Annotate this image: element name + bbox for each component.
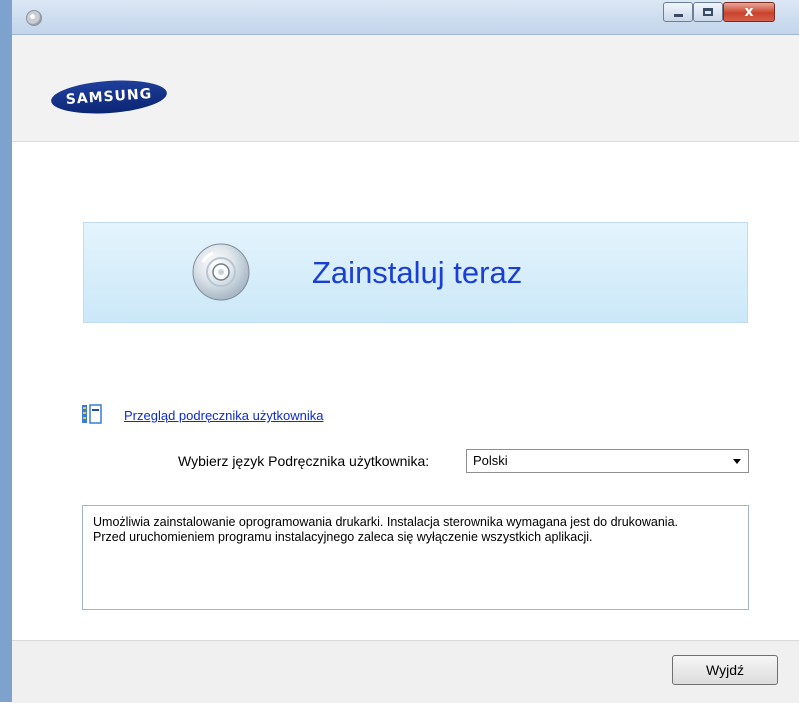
chevron-down-icon	[733, 459, 741, 464]
title-bar[interactable]: x	[12, 0, 799, 35]
exit-button[interactable]: Wyjdź	[672, 655, 778, 685]
maximize-button[interactable]	[693, 2, 723, 22]
language-selected-value: Polski	[473, 453, 508, 468]
installer-content: SAMSUNG Zainstaluj teraz Przegląd podręc…	[12, 35, 799, 703]
maximize-icon	[703, 8, 713, 16]
minimize-icon	[674, 14, 683, 17]
samsung-logo: SAMSUNG	[50, 76, 168, 118]
footer-bar: Wyjdź	[12, 640, 799, 703]
description-line-2: Przed uruchomieniem programu instalacyjn…	[93, 530, 593, 544]
manual-book-icon	[82, 404, 102, 424]
close-button[interactable]: x	[723, 2, 775, 22]
minimize-button[interactable]	[663, 2, 693, 22]
install-now-button[interactable]: Zainstaluj teraz	[83, 222, 748, 323]
install-now-label: Zainstaluj teraz	[312, 255, 523, 290]
installer-window: x SAMSUNG Zainstaluj teraz Przegląd podr…	[0, 0, 799, 703]
logo-text: SAMSUNG	[65, 86, 153, 108]
close-icon: x	[744, 4, 754, 20]
header-band: SAMSUNG	[12, 35, 799, 142]
language-label: Wybierz język Podręcznika użytkownika:	[178, 453, 430, 469]
cd-disc-icon	[192, 243, 250, 301]
description-box: Umożliwia zainstalowanie oprogramowania …	[82, 505, 749, 610]
user-guide-link[interactable]: Przegląd podręcznika użytkownika	[124, 408, 323, 423]
description-line-1: Umożliwia zainstalowanie oprogramowania …	[93, 515, 679, 529]
app-icon	[26, 10, 42, 26]
language-dropdown[interactable]: Polski	[466, 449, 749, 473]
